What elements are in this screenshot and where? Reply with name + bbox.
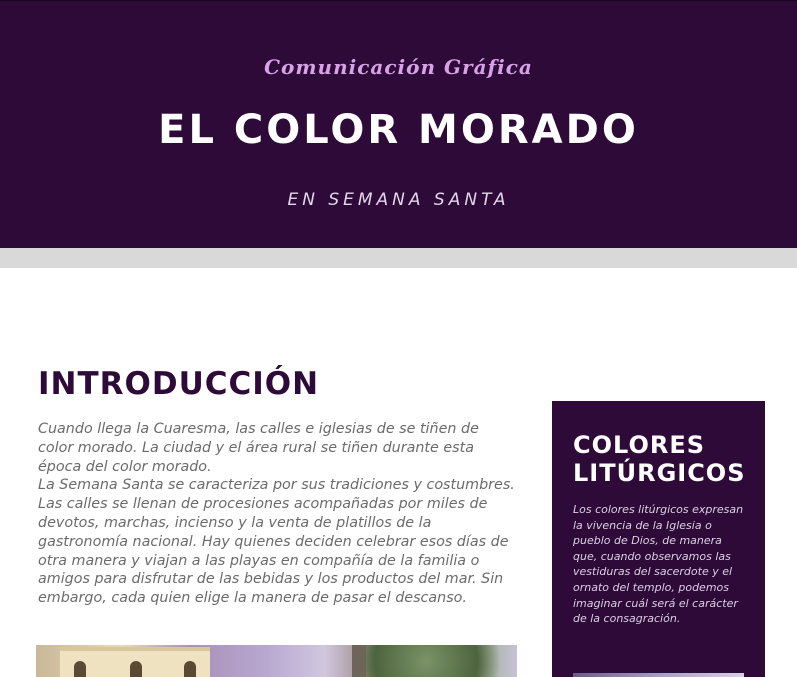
intro-paragraph: Cuando llega la Cuaresma, las calles e i… [38, 421, 479, 475]
church-facade-image [60, 647, 210, 677]
sidebar-image [573, 673, 744, 677]
sidebar-text: Los colores litúrgicos expresan la viven… [573, 503, 744, 626]
divider-band [0, 248, 797, 268]
hero-kicker: Comunicación Gráfica [264, 55, 533, 79]
intro-body: Cuando llega la Cuaresma, las calles e i… [38, 420, 518, 608]
arch-shape [130, 661, 142, 677]
post-image [352, 645, 366, 677]
intro-heading: INTRODUCCIÓN [38, 366, 320, 402]
tree-image [366, 645, 516, 677]
church-photo [36, 645, 517, 677]
liturgical-colors-sidebar: COLORES LITÚRGICOS Los colores litúrgico… [552, 401, 765, 677]
sidebar-heading: COLORES LITÚRGICOS [573, 431, 746, 487]
intro-paragraph: La Semana Santa se caracteriza por sus t… [38, 477, 515, 607]
hero-subtitle: EN SEMANA SANTA [287, 190, 510, 210]
arch-shape [184, 661, 196, 677]
arch-shape [74, 661, 86, 677]
page-title: EL COLOR MORADO [158, 107, 639, 153]
hero-banner: Comunicación Gráfica EL COLOR MORADO EN … [0, 0, 797, 248]
